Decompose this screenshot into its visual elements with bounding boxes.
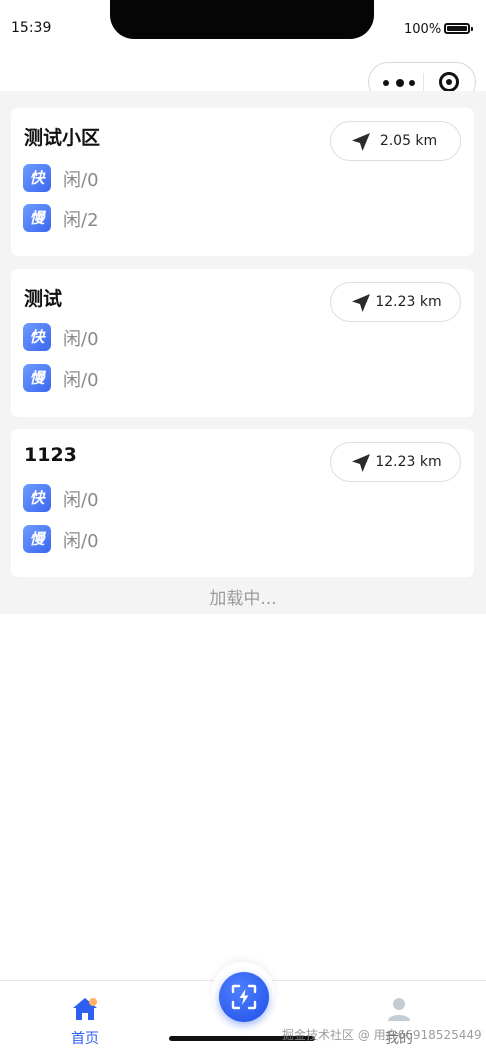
slow-charge-icon: 慢 xyxy=(23,364,51,392)
slow-idle-count: 闲/2 xyxy=(63,210,99,231)
close-miniprogram-button[interactable] xyxy=(439,72,459,92)
capsule-divider xyxy=(423,73,424,91)
fast-charge-icon: 快 xyxy=(23,484,51,512)
navigation-arrow-icon xyxy=(352,294,370,312)
navigation-arrow-icon xyxy=(352,454,370,472)
fast-idle-count: 闲/0 xyxy=(63,170,99,191)
slow-idle-count: 闲/0 xyxy=(63,370,99,391)
slow-charge-icon: 慢 xyxy=(23,525,51,553)
more-menu-button[interactable] xyxy=(383,72,419,92)
loading-text: 加载中... xyxy=(209,589,277,609)
navigate-button[interactable]: 2.05 km xyxy=(330,121,461,161)
slow-idle-count: 闲/0 xyxy=(63,531,99,552)
station-name: 测试 xyxy=(24,288,63,310)
slow-charge-icon: 慢 xyxy=(23,204,51,232)
phone-screen: 15:39 100% 测试小区 2.05 km 快 闲/0 慢 闲/2 测试 1… xyxy=(0,0,486,1055)
navigate-button[interactable]: 12.23 km xyxy=(330,442,461,482)
fast-charge-icon: 快 xyxy=(23,323,51,351)
distance-text: 2.05 km xyxy=(379,133,438,149)
status-time: 15:39 xyxy=(11,20,52,36)
station-card[interactable]: 测试 12.23 km 快 闲/0 慢 闲/0 xyxy=(11,269,474,417)
fast-idle-count: 闲/0 xyxy=(63,329,99,350)
station-card[interactable]: 1123 12.23 km 快 闲/0 慢 闲/0 xyxy=(11,429,474,577)
navigation-arrow-icon xyxy=(352,133,370,151)
distance-text: 12.23 km xyxy=(375,294,442,310)
watermark: 掘金技术社区 @ 用户669185254491 xyxy=(282,1028,486,1042)
station-name: 1123 xyxy=(24,444,77,466)
user-icon xyxy=(388,998,410,1021)
station-list: 测试小区 2.05 km 快 闲/0 慢 闲/2 测试 12.23 km 快 闲… xyxy=(0,91,486,614)
tab-home[interactable]: 首页 xyxy=(60,989,110,1047)
battery-icon xyxy=(444,23,473,34)
distance-text: 12.23 km xyxy=(375,454,442,470)
status-bar: 15:39 100% xyxy=(0,0,486,48)
station-name: 测试小区 xyxy=(24,127,101,149)
navigate-button[interactable]: 12.23 km xyxy=(330,282,461,322)
station-card[interactable]: 测试小区 2.05 km 快 闲/0 慢 闲/2 xyxy=(11,108,474,256)
fast-idle-count: 闲/0 xyxy=(63,490,99,511)
tab-home-label: 首页 xyxy=(71,1031,99,1047)
scan-lightning-icon xyxy=(231,984,257,1010)
battery-percentage: 100% xyxy=(404,22,442,37)
home-icon xyxy=(73,998,97,1020)
fast-charge-icon: 快 xyxy=(23,164,51,192)
notch xyxy=(110,0,374,39)
scan-charge-button[interactable] xyxy=(219,972,269,1022)
